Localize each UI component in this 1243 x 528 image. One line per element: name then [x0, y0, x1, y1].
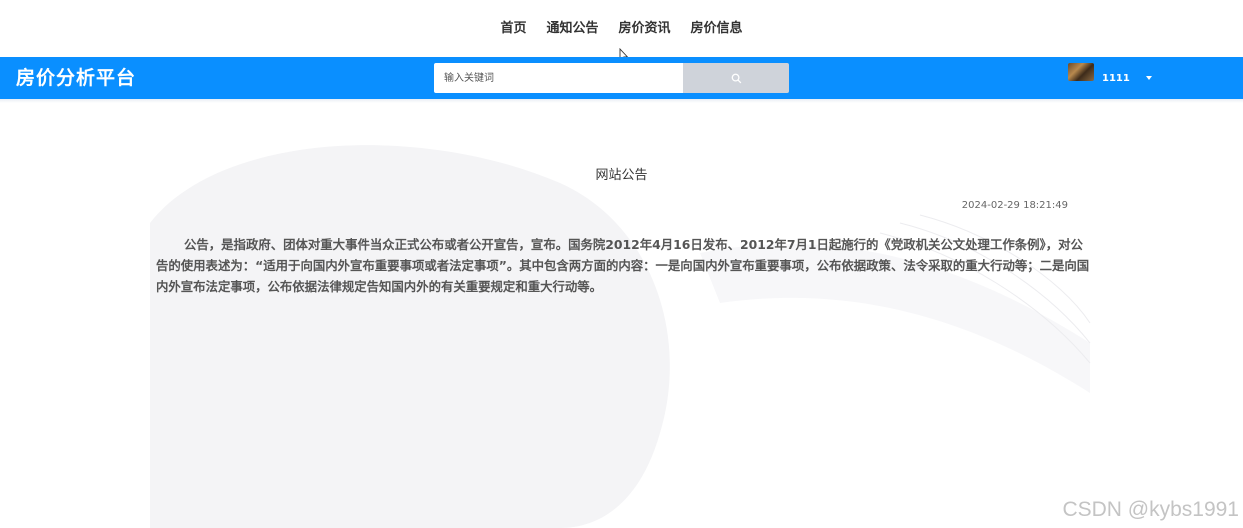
search-input[interactable] — [434, 63, 683, 93]
username: 1111 — [1102, 72, 1130, 84]
nav-item-price-info[interactable]: 房价信息 — [691, 0, 743, 57]
user-menu[interactable]: 1111 — [1068, 57, 1152, 99]
notice-detail: 网站公告 2024-02-29 18:21:49 公告，是指政府、团体对重大事件… — [0, 103, 1243, 528]
search-button[interactable] — [683, 63, 789, 93]
avatar — [1068, 63, 1094, 81]
nav-item-home[interactable]: 首页 — [500, 0, 526, 57]
notice-time: 2024-02-29 18:21:49 — [961, 200, 1068, 211]
watermark: CSDN @kybs1991 — [1062, 498, 1239, 521]
caret-down-icon — [1145, 76, 1152, 80]
nav-item-notices[interactable]: 通知公告 — [546, 0, 598, 57]
header-bar: 房价分析平台 1111 — [0, 57, 1243, 99]
notice-title: 网站公告 — [595, 168, 648, 183]
page: 首页 通知公告 房价资讯 房价信息 房价分析平台 1111 网站公告 2024-… — [0, 0, 1243, 528]
brand-title: 房价分析平台 — [16, 67, 137, 89]
notice-body: 公告，是指政府、团体对重大事件当众正式公布或者公开宣告，宣布。国务院2012年4… — [156, 237, 1090, 294]
search-icon — [731, 73, 741, 83]
